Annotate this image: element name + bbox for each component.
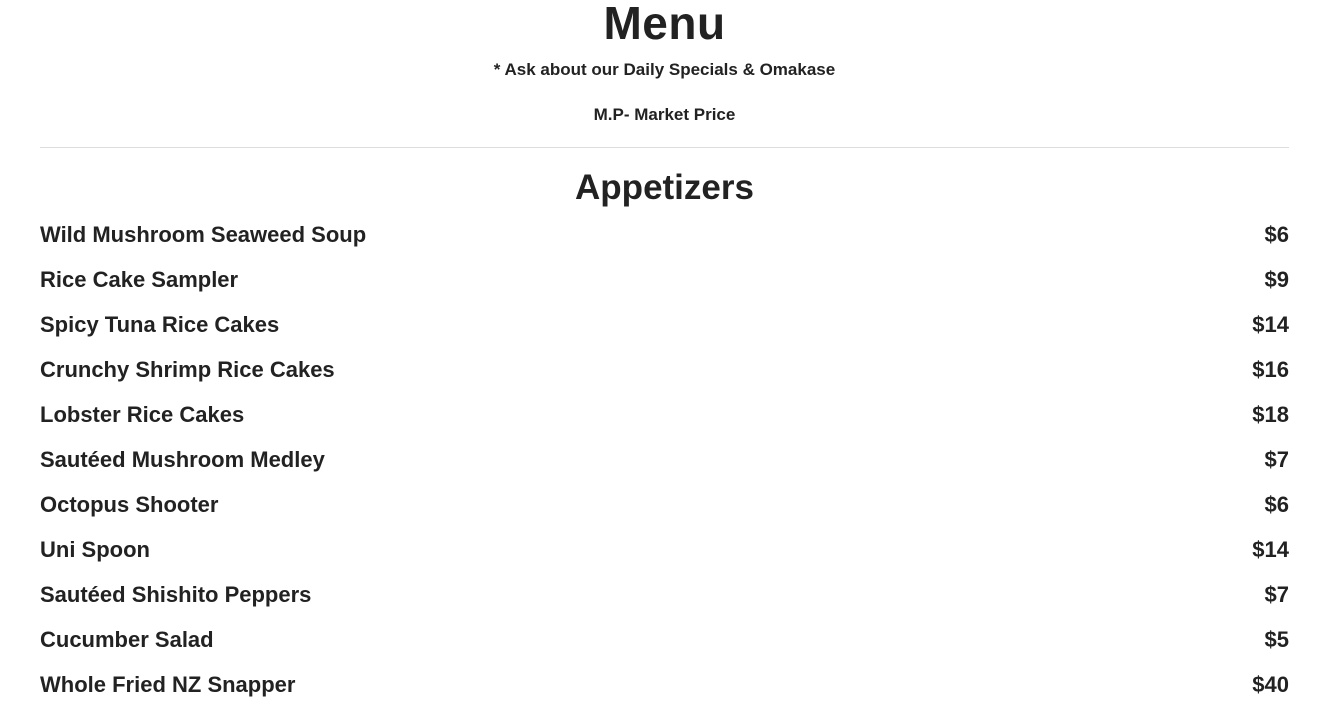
menu-item: Cucumber Salad $5	[40, 617, 1289, 662]
menu-item: Sautéed Shishito Peppers $7	[40, 572, 1289, 617]
menu-item-price: $7	[1264, 446, 1289, 472]
menu-item: Octopus Shooter $6	[40, 482, 1289, 527]
menu-items-list: Wild Mushroom Seaweed Soup $6 Rice Cake …	[40, 212, 1289, 707]
menu-item-price: $14	[1252, 536, 1289, 562]
menu-item-name: Sautéed Mushroom Medley	[40, 446, 325, 472]
menu-item-name: Octopus Shooter	[40, 491, 219, 517]
menu-item: Lobster Rice Cakes $18	[40, 392, 1289, 437]
menu-item: Whole Fried NZ Snapper $40	[40, 662, 1289, 707]
menu-item-name: Uni Spoon	[40, 536, 150, 562]
menu-item-name: Sautéed Shishito Peppers	[40, 581, 312, 607]
section-divider	[40, 147, 1289, 148]
menu-item-price: $18	[1252, 401, 1289, 427]
menu-item-name: Spicy Tuna Rice Cakes	[40, 311, 280, 337]
menu-item-name: Whole Fried NZ Snapper	[40, 671, 296, 697]
menu-item: Rice Cake Sampler $9	[40, 257, 1289, 302]
menu-page: Menu * Ask about our Daily Specials & Om…	[40, 0, 1289, 707]
menu-item: Spicy Tuna Rice Cakes $14	[40, 302, 1289, 347]
menu-item-price: $6	[1264, 491, 1289, 517]
menu-item-price: $5	[1264, 626, 1289, 652]
menu-item-price: $16	[1252, 356, 1289, 382]
menu-title: Menu	[603, 0, 726, 49]
menu-item-name: Rice Cake Sampler	[40, 266, 239, 292]
section-title: Appetizers	[575, 168, 754, 207]
menu-item-price: $40	[1252, 671, 1289, 697]
menu-item-price: $6	[1264, 221, 1289, 247]
market-price-note: M.P- Market Price	[593, 105, 736, 124]
menu-item-price: $9	[1264, 266, 1289, 292]
menu-item-name: Cucumber Salad	[40, 626, 214, 652]
menu-item-name: Lobster Rice Cakes	[40, 401, 245, 427]
specials-note: * Ask about our Daily Specials & Omakase	[493, 60, 836, 79]
menu-item-name: Wild Mushroom Seaweed Soup	[40, 221, 367, 247]
menu-item: Wild Mushroom Seaweed Soup $6	[40, 212, 1289, 257]
menu-item-price: $14	[1252, 311, 1289, 337]
menu-item: Uni Spoon $14	[40, 527, 1289, 572]
menu-item-price: $7	[1264, 581, 1289, 607]
menu-item: Crunchy Shrimp Rice Cakes $16	[40, 347, 1289, 392]
menu-item: Sautéed Mushroom Medley $7	[40, 437, 1289, 482]
menu-item-name: Crunchy Shrimp Rice Cakes	[40, 356, 335, 382]
